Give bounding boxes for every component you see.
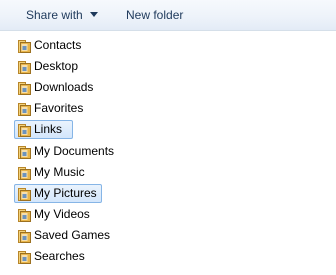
folder-item-my-videos[interactable]: My Videos <box>14 205 124 224</box>
new-folder-button[interactable]: New folder <box>126 0 183 30</box>
chevron-down-icon <box>89 12 98 18</box>
music-folder-icon <box>18 167 31 180</box>
folder-label: Searches <box>34 249 85 263</box>
folder-item-favorites[interactable]: Favorites <box>14 99 124 118</box>
new-folder-label: New folder <box>126 8 184 22</box>
documents-folder-icon <box>18 146 31 159</box>
folder-item-saved-games[interactable]: Saved Games <box>14 226 124 245</box>
command-bar: Share with New folder <box>0 0 336 31</box>
folder-label: My Videos <box>34 207 90 221</box>
folder-label: My Pictures <box>34 186 97 200</box>
videos-folder-icon <box>18 209 31 222</box>
share-with-button[interactable]: Share with <box>26 0 98 30</box>
pictures-folder-icon <box>18 188 31 201</box>
folder-label: Downloads <box>34 80 94 94</box>
folder-label: My Music <box>34 165 85 179</box>
folder-item-desktop[interactable]: Desktop <box>14 57 124 76</box>
contacts-folder-icon <box>18 40 31 53</box>
favorites-folder-icon <box>18 103 31 116</box>
downloads-folder-icon <box>18 82 31 95</box>
folder-label: Links <box>34 122 63 136</box>
folder-item-my-documents[interactable]: My Documents <box>14 142 124 161</box>
explorer-window: Share with New folder Contacts Desktop Dow… <box>0 0 336 275</box>
folder-item-my-pictures[interactable]: My Pictures <box>14 184 102 203</box>
folder-label: Contacts <box>34 38 82 52</box>
folder-item-links[interactable]: Links <box>14 120 73 139</box>
folder-label: Favorites <box>34 101 84 115</box>
share-with-label: Share with <box>26 8 83 22</box>
folder-item-contacts[interactable]: Contacts <box>14 36 124 55</box>
folder-label: My Documents <box>34 144 115 158</box>
folder-label: Desktop <box>34 59 79 73</box>
links-folder-icon <box>18 124 31 137</box>
saved-games-folder-icon <box>18 230 31 243</box>
folder-item-searches[interactable]: Searches <box>14 247 124 266</box>
searches-folder-icon <box>18 251 31 264</box>
desktop-folder-icon <box>18 61 31 74</box>
folder-label: Saved Games <box>34 228 111 242</box>
folder-item-my-music[interactable]: My Music <box>14 163 124 182</box>
folder-item-downloads[interactable]: Downloads <box>14 78 124 97</box>
